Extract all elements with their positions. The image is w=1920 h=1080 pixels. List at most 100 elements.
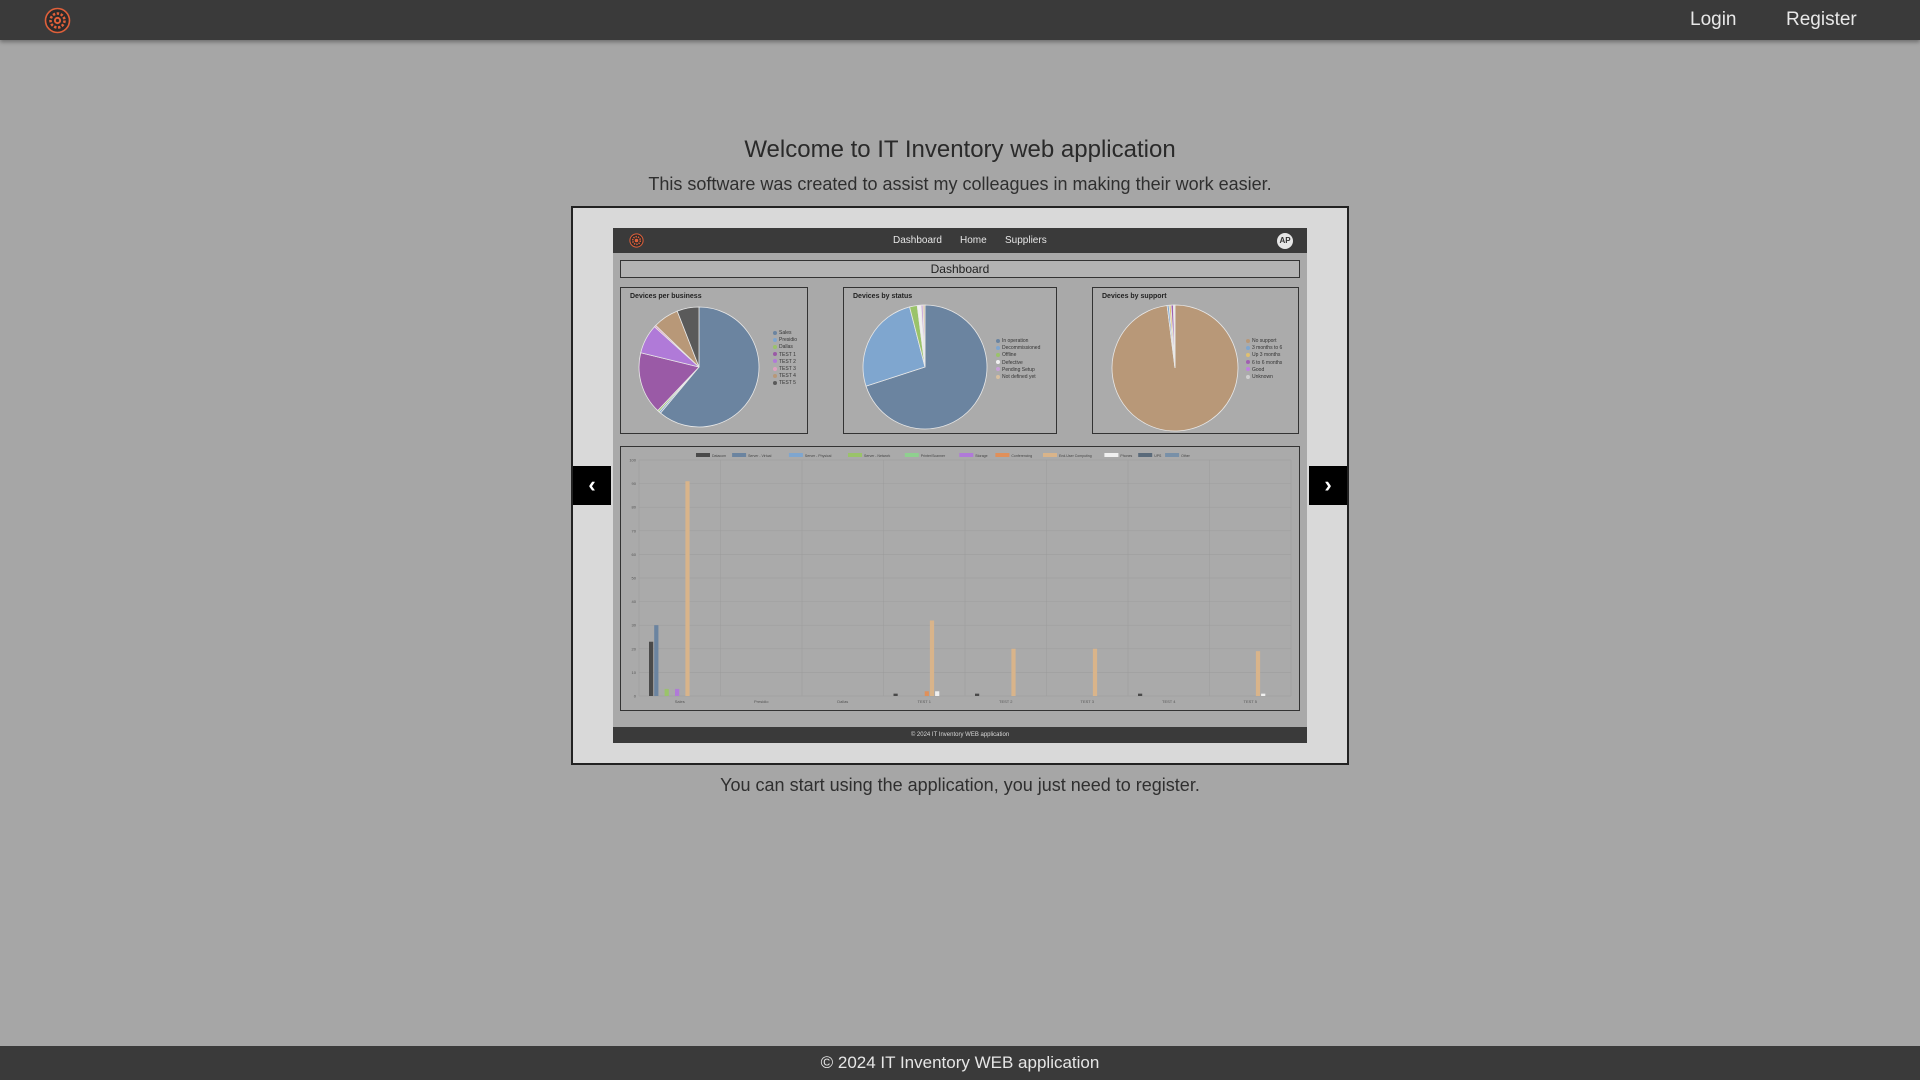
x-tick-label: TEST 1 [918, 699, 932, 704]
pie-chart-status [862, 304, 988, 430]
x-tick-label: Sales [675, 699, 685, 704]
legend-swatch [995, 453, 1010, 457]
legend-item: TEST 4 [773, 373, 797, 380]
legend-item: TEST 1 [773, 352, 797, 359]
legend-label: Decommissioned [1002, 345, 1041, 352]
legend-swatch [773, 359, 777, 364]
legend-label: TEST 4 [779, 373, 796, 380]
legend-swatch [996, 374, 1000, 379]
legend-swatch [773, 345, 777, 350]
legend-label: Presidio [779, 337, 798, 344]
legend-swatch [773, 373, 777, 378]
carousel-prev-button[interactable]: ‹ [573, 466, 611, 505]
slide-navbar: Dashboard Home Suppliers AP [613, 228, 1307, 253]
legend-swatch [1138, 453, 1153, 457]
bar [924, 691, 929, 696]
pie-card-status: Devices by status In operation Decommissi… [843, 287, 1057, 434]
screenshot-carousel: Dashboard Home Suppliers AP Dashboard De… [571, 206, 1349, 765]
slide-nav-suppliers: Suppliers [1005, 235, 1047, 246]
legend-swatch [773, 352, 777, 357]
legend-swatch [1043, 453, 1057, 457]
x-tick-label: TEST 3 [1081, 699, 1095, 704]
page-title: Welcome to IT Inventory web application [744, 136, 1176, 163]
legend-label: 6 to 6 months [1252, 359, 1283, 366]
bar-chart: Datacom Server - Virtual Server - Physical… [629, 453, 1292, 704]
legend-item: Presidio [773, 337, 797, 344]
legend-item: TEST 5 [773, 380, 797, 387]
page-subtitle: This software was created to assist my c… [648, 174, 1272, 194]
legend-label: Printer/Scanner [921, 454, 946, 458]
legend-swatch [1246, 338, 1250, 343]
y-tick-label: 80 [632, 505, 637, 510]
x-tick-label: Presidio [754, 699, 769, 704]
legend-label: Storage [975, 454, 987, 458]
y-tick-label: 100 [629, 458, 636, 463]
y-tick-label: 40 [632, 599, 637, 604]
page-footer: © 2024 IT Inventory WEB application [0, 1046, 1920, 1080]
legend-item: TEST 3 [773, 366, 797, 373]
carousel-next-button[interactable]: › [1309, 466, 1347, 505]
gear-logo-icon[interactable] [44, 7, 71, 34]
legend-label: TEST 3 [779, 366, 796, 373]
legend-swatch [773, 381, 777, 386]
slide-nav-dashboard: Dashboard [893, 235, 942, 246]
bar [929, 620, 935, 696]
pie-card-support: Devices by support No support 3 months to… [1092, 287, 1299, 434]
register-link[interactable]: Register [1786, 9, 1857, 31]
top-navbar: Login Register [0, 0, 1920, 40]
legend-item: Decommissioned [996, 345, 1040, 352]
bar [685, 481, 690, 696]
legend-label: In operation [1002, 338, 1029, 344]
legend-swatch [1246, 367, 1250, 372]
legend-swatch [773, 330, 777, 335]
chart-legend: No support 3 months to 6 Up 3 months 6 to 6… [1246, 338, 1282, 381]
legend-swatch [996, 353, 1000, 358]
bar [649, 641, 654, 696]
legend-swatch [732, 453, 747, 457]
legend-item: No support [1246, 338, 1282, 345]
slide-footer: © 2024 IT Inventory WEB application [613, 727, 1307, 743]
legend-label: Defective [1002, 359, 1023, 366]
legend-label: Pending Setup [1002, 366, 1035, 373]
legend-item: Sales [773, 330, 797, 337]
legend-label: Phones [1120, 454, 1132, 458]
legend-item: Up 3 months [1246, 352, 1282, 359]
login-link[interactable]: Login [1690, 9, 1737, 31]
bar [1255, 651, 1261, 696]
chart-legend: Sales Presidio Dallas TEST 1 TEST 2 TEST 3 TES… [773, 330, 797, 388]
legend-swatch [696, 453, 710, 457]
y-tick-label: 30 [632, 623, 637, 628]
legend-label: Server - Physical [805, 454, 832, 458]
legend-item: Unknown [1246, 374, 1282, 381]
legend-label: No support [1252, 338, 1277, 344]
legend-swatch [788, 453, 803, 457]
legend-label: Server - Network [864, 454, 891, 458]
legend-label: 3 months to 6 [1252, 345, 1283, 352]
legend-label: TEST 5 [779, 380, 796, 387]
chart-title: Devices by support [1102, 293, 1167, 300]
x-tick-label: TEST 2 [999, 699, 1013, 704]
chart-legend: In operation Decommissioned Offline Defecti… [996, 338, 1040, 381]
y-tick-label: 50 [632, 576, 637, 581]
bar [664, 688, 669, 696]
legend-item: Good [1246, 367, 1282, 374]
legend-swatch [1246, 360, 1250, 365]
legend-label: Unknown [1252, 374, 1273, 381]
y-tick-label: 0 [634, 694, 637, 699]
legend-item: Offline [996, 352, 1040, 359]
carousel-slide: Dashboard Home Suppliers AP Dashboard De… [613, 228, 1307, 743]
chart-title: Devices per business [630, 293, 702, 300]
legend-swatch [996, 367, 1000, 372]
bar [1011, 648, 1016, 696]
y-tick-label: 10 [632, 670, 637, 675]
legend-swatch [959, 453, 974, 457]
bar [975, 693, 980, 696]
x-tick-label: Dallas [837, 699, 848, 704]
legend-swatch [1104, 453, 1119, 457]
bar-chart-card: Datacom Server - Virtual Server - Physical… [620, 446, 1300, 711]
y-tick-label: 60 [632, 552, 637, 557]
legend-swatch [996, 345, 1000, 350]
avatar: AP [1277, 233, 1293, 249]
legend-label: Server - Virtual [748, 454, 771, 458]
bar [675, 688, 680, 696]
